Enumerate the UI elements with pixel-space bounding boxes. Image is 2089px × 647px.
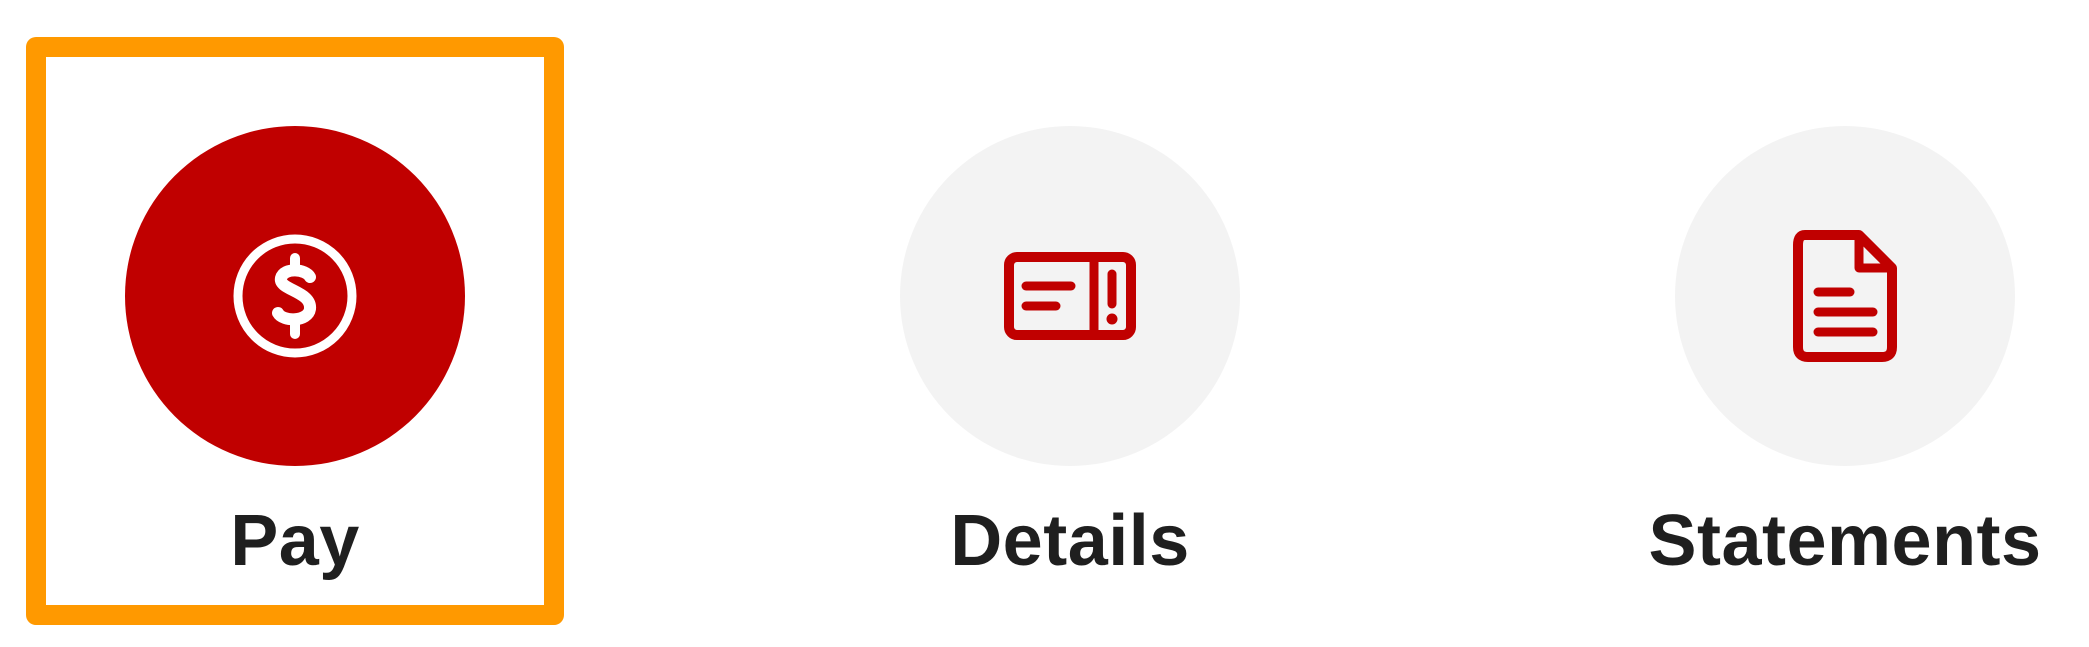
pay-icon-circle bbox=[125, 126, 465, 466]
details-icon-circle bbox=[900, 126, 1240, 466]
details-label: Details bbox=[950, 501, 1190, 581]
statements-label: Statements bbox=[1648, 501, 2042, 581]
document-icon bbox=[1793, 230, 1897, 362]
details-button[interactable]: Details bbox=[860, 0, 1280, 647]
statements-icon-circle bbox=[1675, 126, 2015, 466]
pay-button[interactable]: Pay bbox=[85, 0, 505, 647]
card-alert-icon bbox=[1004, 252, 1136, 340]
dollar-coin-icon bbox=[230, 231, 360, 361]
statements-button[interactable]: Statements bbox=[1635, 0, 2055, 647]
pay-label: Pay bbox=[230, 501, 360, 581]
